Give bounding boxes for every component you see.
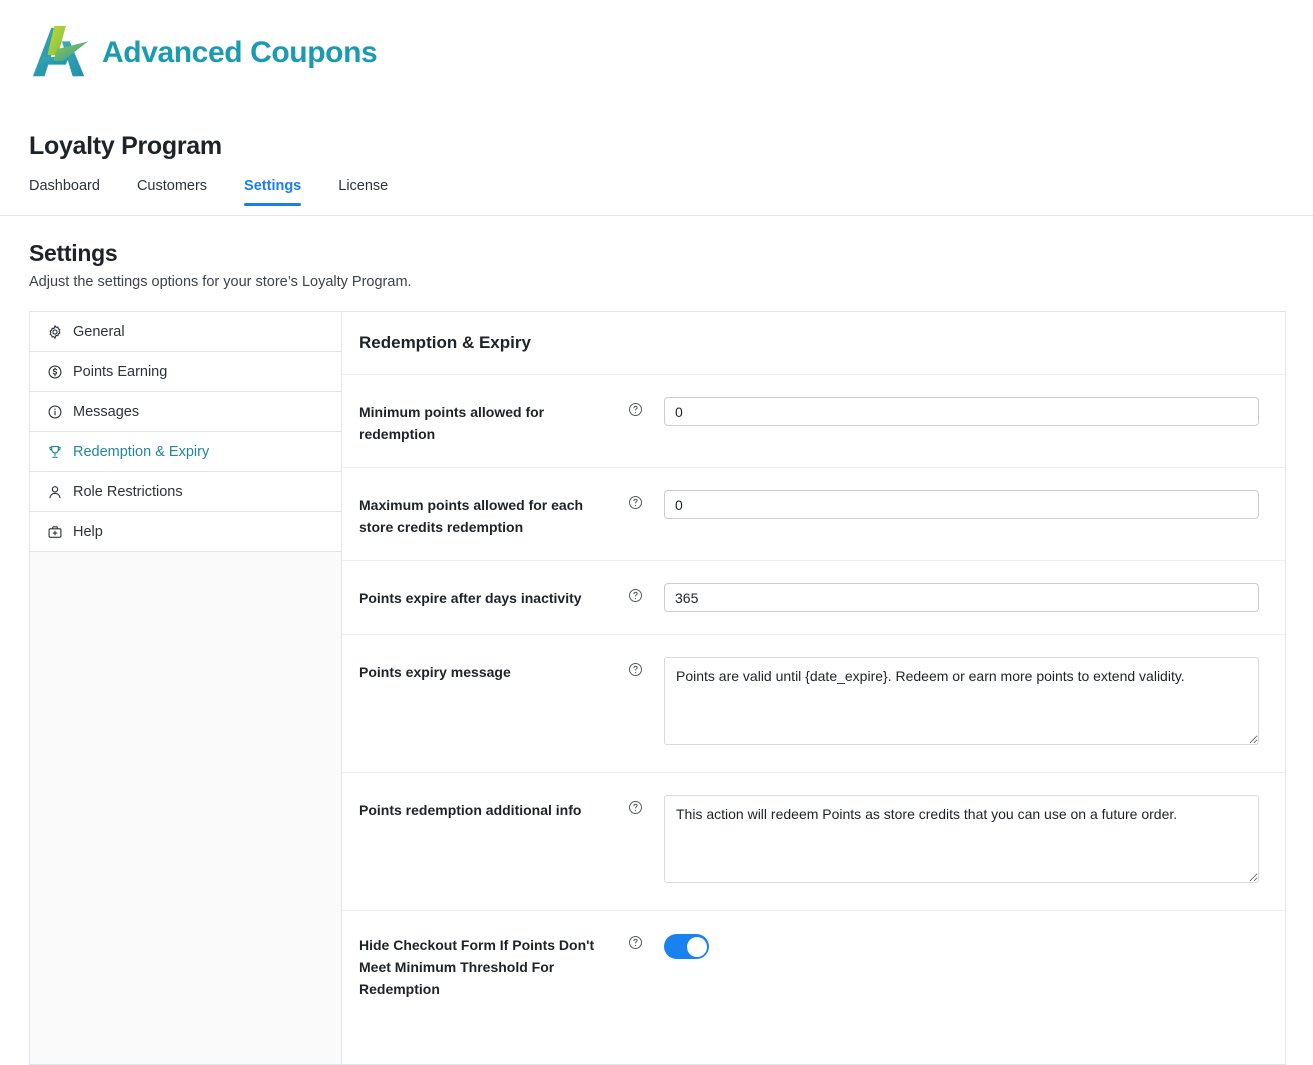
- field-help: [628, 795, 664, 815]
- sidebar-item-label: Messages: [73, 403, 140, 420]
- question-circle-icon[interactable]: [628, 402, 643, 417]
- tabs-divider: [0, 215, 1313, 216]
- sidebar-item-label: General: [73, 323, 125, 340]
- info-circle-icon: [48, 405, 62, 418]
- first-aid-kit-icon: [48, 525, 62, 538]
- field-label: Points redemption additional info: [359, 802, 582, 818]
- sidebar-item-role-restrictions[interactable]: Role Restrictions: [30, 472, 341, 512]
- sidebar-item-help[interactable]: Help: [30, 512, 341, 552]
- sidebar-filler: [30, 552, 341, 1064]
- tab-customers[interactable]: Customers: [137, 178, 207, 206]
- field-help: [628, 490, 664, 510]
- sidebar-item-label: Help: [73, 523, 103, 540]
- sidebar-item-label: Redemption & Expiry: [73, 443, 210, 460]
- question-circle-icon[interactable]: [628, 588, 643, 603]
- settings-page: Advanced Coupons Loyalty Program Dashboa…: [0, 0, 1313, 1065]
- field-row-hide-checkout-form: Hide Checkout Form If Points Don't Meet …: [342, 911, 1285, 1022]
- tab-dashboard[interactable]: Dashboard: [29, 178, 100, 206]
- field-label: Hide Checkout Form If Points Don't Meet …: [359, 937, 595, 997]
- field-row-redemption-additional-info: Points redemption additional info This a…: [342, 773, 1285, 911]
- field-help: [628, 397, 664, 417]
- settings-sidebar: General Points Earning Messages Redempti…: [29, 311, 341, 1065]
- field-control: Points are valid until {date_expire}. Re…: [664, 657, 1259, 750]
- page-title: Loyalty Program: [29, 132, 222, 160]
- points-expire-days-input[interactable]: [664, 583, 1259, 612]
- sidebar-item-label: Role Restrictions: [73, 483, 183, 500]
- sidebar-item-redemption-expiry[interactable]: Redemption & Expiry: [30, 432, 341, 472]
- field-row-points-expiry-message: Points expiry message Points are valid u…: [342, 635, 1285, 773]
- field-control: This action will redeem Points as store …: [664, 795, 1259, 888]
- sidebar-item-general[interactable]: General: [30, 312, 341, 352]
- points-expiry-message-textarea[interactable]: Points are valid until {date_expire}. Re…: [664, 657, 1259, 745]
- sidebar-item-points-earning[interactable]: Points Earning: [30, 352, 341, 392]
- question-circle-icon[interactable]: [628, 662, 643, 677]
- question-circle-icon[interactable]: [628, 935, 643, 950]
- brand-logo: Advanced Coupons: [30, 22, 378, 84]
- field-control: [664, 583, 1259, 612]
- gear-icon: [49, 324, 61, 339]
- user-icon: [49, 485, 61, 498]
- trophy-icon: [49, 445, 61, 458]
- dollar-circle-icon: [48, 365, 62, 378]
- minimum-points-input[interactable]: [664, 397, 1259, 426]
- field-row-minimum-points: Minimum points allowed for redemption: [342, 375, 1285, 468]
- tab-license[interactable]: License: [338, 178, 388, 206]
- field-control: [664, 933, 1259, 959]
- settings-panel: Redemption & Expiry Minimum points allow…: [341, 311, 1286, 1065]
- field-row-maximum-points: Maximum points allowed for each store cr…: [342, 468, 1285, 561]
- settings-shell: General Points Earning Messages Redempti…: [29, 311, 1286, 1065]
- toggle-knob: [686, 936, 707, 957]
- question-circle-icon[interactable]: [628, 800, 643, 815]
- settings-subheading: Adjust the settings options for your sto…: [29, 274, 412, 290]
- redemption-additional-info-textarea[interactable]: This action will redeem Points as store …: [664, 795, 1259, 883]
- tab-settings[interactable]: Settings: [244, 178, 302, 206]
- field-label: Points expire after days inactivity: [359, 590, 582, 606]
- advanced-coupons-a-logo-icon: [32, 25, 89, 77]
- question-circle-icon[interactable]: [628, 495, 643, 510]
- field-label: Maximum points allowed for each store cr…: [359, 497, 584, 535]
- main-tabs: Dashboard Customers Settings License: [29, 178, 1313, 206]
- sidebar-item-label: Points Earning: [73, 363, 168, 380]
- field-control: [664, 490, 1259, 519]
- sidebar-item-messages[interactable]: Messages: [30, 392, 341, 432]
- field-control: [664, 397, 1259, 426]
- hide-checkout-form-toggle[interactable]: [664, 934, 709, 959]
- field-help: [628, 583, 664, 603]
- field-label: Points expiry message: [359, 664, 511, 680]
- field-help: [628, 933, 664, 950]
- field-help: [628, 657, 664, 677]
- field-row-points-expire-days: Points expire after days inactivity: [342, 561, 1285, 635]
- panel-heading: Redemption & Expiry: [359, 333, 531, 352]
- field-label: Minimum points allowed for redemption: [359, 404, 545, 442]
- brand-name: Advanced Coupons: [102, 36, 378, 69]
- maximum-points-input[interactable]: [664, 490, 1259, 519]
- settings-heading: Settings: [29, 240, 118, 266]
